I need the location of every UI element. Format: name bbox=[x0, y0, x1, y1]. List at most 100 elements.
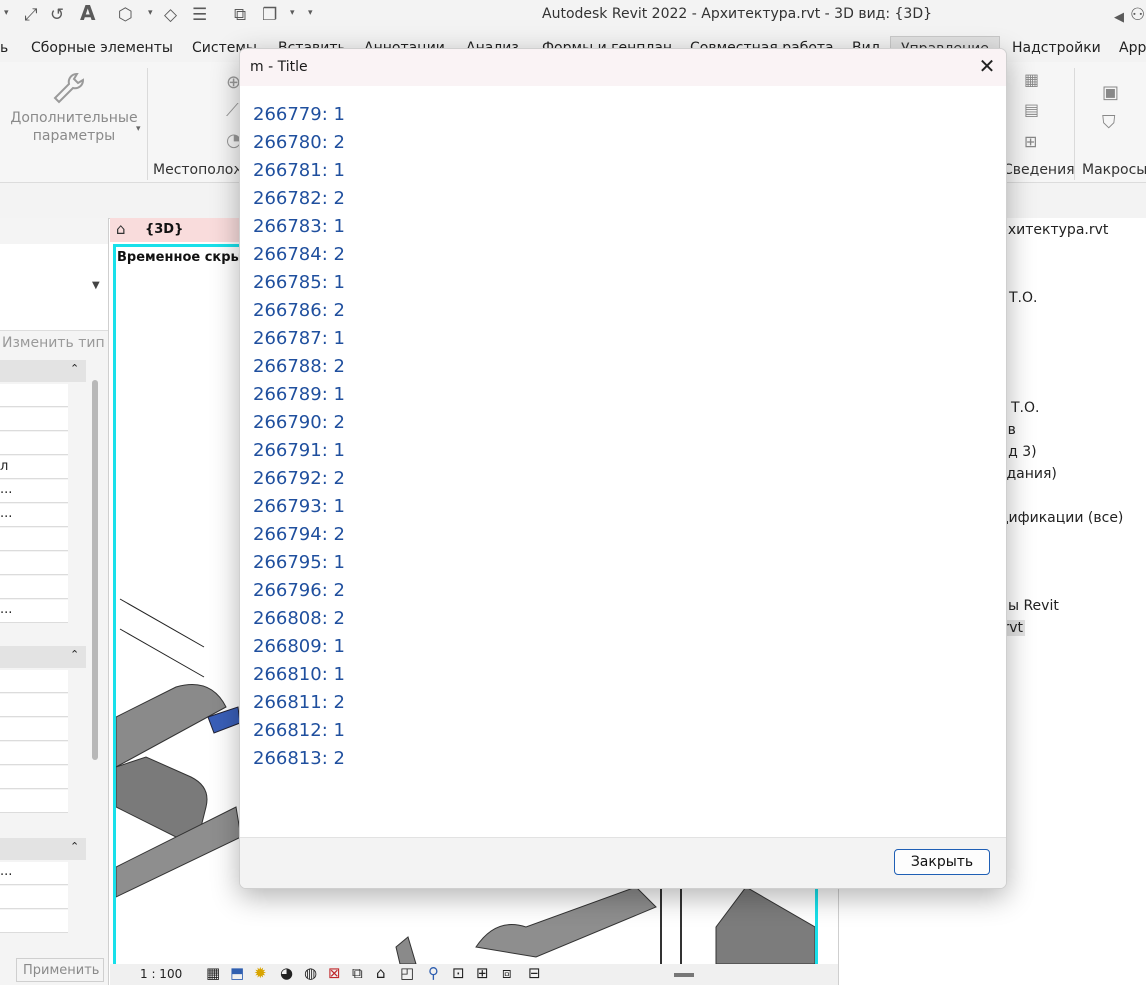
list-item: 266809: 1 bbox=[253, 636, 345, 657]
additional-params-button[interactable]: Дополнительные параметры bbox=[0, 110, 148, 154]
collapse-icon[interactable]: ⌃ bbox=[70, 362, 79, 375]
text-icon[interactable]: A bbox=[80, 3, 95, 23]
property-row[interactable]: ... bbox=[0, 862, 68, 885]
property-row[interactable] bbox=[0, 408, 68, 431]
constraints-icon[interactable]: ⊟ bbox=[528, 964, 541, 982]
scrollbar-thumb[interactable] bbox=[92, 380, 98, 760]
property-row[interactable] bbox=[0, 528, 68, 551]
dropdown-arrow-icon[interactable]: ▾ bbox=[136, 124, 141, 134]
crop-view-icon[interactable]: ⊠ bbox=[328, 964, 341, 982]
browser-item[interactable]: здания) bbox=[999, 466, 1057, 482]
dropdown-arrow-icon[interactable]: ▾ bbox=[290, 8, 295, 18]
tab-prefab[interactable]: Сборные элементы bbox=[31, 40, 173, 56]
group-header[interactable]: ⌃ bbox=[0, 360, 86, 382]
browser-item[interactable]: лы Revit bbox=[999, 598, 1059, 614]
property-row[interactable] bbox=[0, 670, 68, 693]
property-row[interactable] bbox=[0, 790, 68, 813]
property-value: ... bbox=[0, 602, 13, 617]
render-icon[interactable]: ◍ bbox=[304, 964, 317, 982]
visual-style-icon[interactable]: ⬒ bbox=[230, 964, 244, 982]
list-item: 266810: 1 bbox=[253, 664, 345, 685]
browser-item[interactable]: цификации (все) bbox=[999, 510, 1123, 526]
cleanup-icon[interactable]: ⊞ bbox=[1024, 132, 1037, 151]
property-row[interactable] bbox=[0, 886, 68, 909]
dialog-title-bar[interactable]: m - Title ✕ bbox=[240, 49, 1006, 86]
list-item: 266796: 2 bbox=[253, 580, 345, 601]
3d-view-icon[interactable]: ⬡ bbox=[118, 5, 133, 25]
reveal-hidden-icon[interactable]: ⚲ bbox=[428, 964, 439, 982]
view-tab[interactable]: ⌂ {3D} bbox=[110, 218, 250, 242]
list-item: 266788: 2 bbox=[253, 356, 345, 377]
additional-params-line2: параметры bbox=[32, 128, 116, 144]
chevron-down-icon[interactable]: ▼ bbox=[92, 280, 100, 291]
property-row[interactable] bbox=[0, 910, 68, 933]
collapse-icon[interactable]: ⌃ bbox=[70, 648, 79, 661]
detail-level-icon[interactable]: ▦ bbox=[206, 964, 220, 982]
coordinates-icon[interactable]: ⟋ bbox=[226, 100, 239, 121]
section-icon[interactable]: ◇ bbox=[164, 5, 177, 25]
property-row[interactable] bbox=[0, 742, 68, 765]
tab-app[interactable]: Арр bbox=[1119, 40, 1146, 56]
property-row[interactable]: ... bbox=[0, 504, 68, 527]
list-item: 266812: 1 bbox=[253, 720, 345, 741]
shadows-icon[interactable]: ◕ bbox=[280, 964, 293, 982]
back-arrow-icon[interactable]: ◀ bbox=[1114, 8, 1124, 28]
property-row[interactable]: ... bbox=[0, 480, 68, 503]
close-hidden-icon[interactable]: ⧉ bbox=[234, 5, 246, 25]
group-header[interactable]: ⌃ bbox=[0, 838, 86, 860]
group-header[interactable]: ⌃ bbox=[0, 646, 86, 668]
list-item: 266813: 2 bbox=[253, 748, 345, 769]
list-item: 266782: 2 bbox=[253, 188, 345, 209]
project-info-icon[interactable]: ▦ bbox=[1024, 70, 1039, 89]
property-row[interactable] bbox=[0, 432, 68, 455]
property-row[interactable] bbox=[0, 576, 68, 599]
property-row[interactable] bbox=[0, 766, 68, 789]
close-button[interactable]: Закрыть bbox=[894, 849, 990, 875]
macro-security-icon[interactable]: ⛉ bbox=[1102, 112, 1116, 133]
property-row[interactable] bbox=[0, 694, 68, 717]
collapse-icon[interactable]: ⌃ bbox=[70, 840, 79, 853]
temporary-properties-icon[interactable]: ⊞ bbox=[476, 964, 489, 982]
list-item: 266811: 2 bbox=[253, 692, 345, 713]
dimension-icon[interactable]: ↺ bbox=[50, 5, 64, 25]
switch-windows-icon[interactable]: ❐ bbox=[262, 5, 277, 25]
close-icon[interactable]: ✕ bbox=[976, 56, 998, 78]
tab-partial[interactable]: ь bbox=[0, 40, 8, 56]
property-row[interactable] bbox=[0, 718, 68, 741]
list-item: 266792: 2 bbox=[253, 468, 345, 489]
temp-hide-icon[interactable]: ◰ bbox=[400, 964, 414, 982]
location-panel-label: Местополож bbox=[153, 162, 246, 178]
change-type-button[interactable]: Изменить тип bbox=[2, 335, 105, 351]
browser-item[interactable]: Т.О. bbox=[1011, 400, 1039, 416]
dropdown-arrow-icon[interactable]: ▾ bbox=[148, 8, 153, 18]
list-item: 266781: 1 bbox=[253, 160, 345, 181]
property-row[interactable]: л bbox=[0, 456, 68, 479]
tab-addins[interactable]: Надстройки bbox=[1012, 40, 1101, 56]
worksharing-icon[interactable]: ⊡ bbox=[452, 964, 465, 982]
browser-org-icon[interactable]: ▤ bbox=[1024, 100, 1039, 119]
sun-path-icon[interactable]: ✹ bbox=[254, 964, 267, 982]
measure-icon[interactable]: ⤢ bbox=[24, 5, 38, 25]
window-title: Autodesk Revit 2022 - Архитектура.rvt - … bbox=[542, 6, 933, 22]
browser-item[interactable]: Т.О. bbox=[1009, 290, 1037, 306]
horizontal-scrollbar-thumb[interactable] bbox=[674, 973, 694, 977]
analytical-model-icon[interactable]: ⧈ bbox=[502, 964, 512, 982]
dropdown-arrow-icon[interactable]: ▾ bbox=[4, 8, 9, 18]
lock-view-icon[interactable]: ⌂ bbox=[376, 964, 386, 982]
property-row[interactable]: ... bbox=[0, 600, 68, 623]
view-tab-label: {3D} bbox=[145, 222, 184, 237]
apply-button[interactable]: Применить bbox=[16, 958, 104, 982]
customize-icon[interactable]: ▾ bbox=[308, 8, 313, 18]
thin-lines-icon[interactable]: ☰ bbox=[192, 5, 207, 25]
list-item: 266779: 1 bbox=[253, 104, 345, 125]
user-icon[interactable]: ⚇ bbox=[1130, 5, 1145, 25]
macro-manager-icon[interactable]: ▣ bbox=[1102, 82, 1119, 103]
show-crop-icon[interactable]: ⧉ bbox=[352, 964, 363, 982]
browser-title: рхитектура.rvt bbox=[999, 222, 1109, 238]
panel-separator bbox=[1074, 68, 1075, 180]
scale-label[interactable]: 1 : 100 bbox=[140, 967, 182, 981]
additional-params-line1: Дополнительные bbox=[10, 110, 138, 126]
property-row[interactable] bbox=[0, 384, 68, 407]
dialog-window: m - Title ✕ 266779: 1 266780: 2 266781: … bbox=[239, 48, 1007, 889]
property-row[interactable] bbox=[0, 552, 68, 575]
